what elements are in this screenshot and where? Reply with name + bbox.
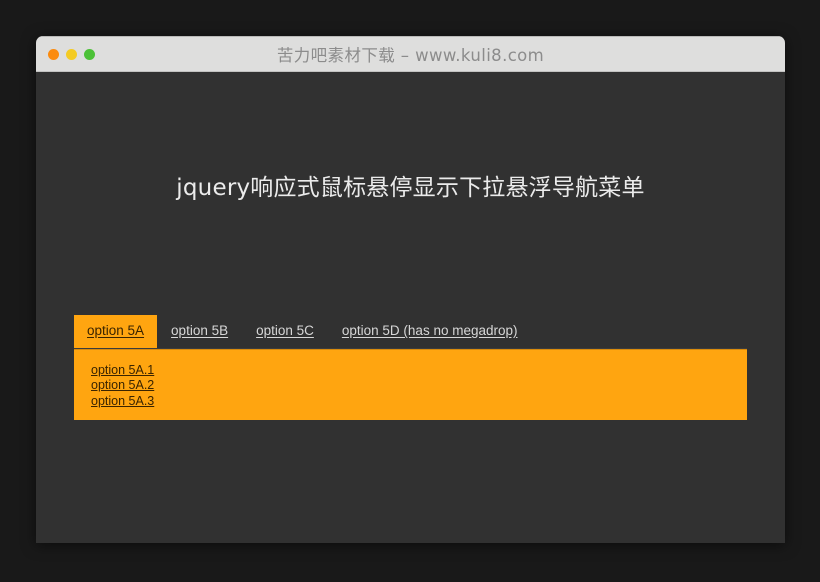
- page-title: jquery响应式鼠标悬停显示下拉悬浮导航菜单: [36, 168, 785, 202]
- megamenu-dropdown-panel: option 5A.1 option 5A.2 option 5A.3: [74, 349, 747, 420]
- window-title: 苦力吧素材下载 – www.kuli8.com: [36, 42, 785, 66]
- close-window-button[interactable]: [48, 49, 59, 60]
- window-titlebar: 苦力吧素材下载 – www.kuli8.com: [36, 36, 785, 72]
- menu-item-option-5a[interactable]: option 5A: [74, 315, 157, 348]
- megamenu-navigation: option 5A option 5B option 5C option 5D …: [74, 315, 747, 420]
- browser-window: 苦力吧素材下载 – www.kuli8.com jquery响应式鼠标悬停显示下…: [36, 36, 785, 543]
- zoom-window-button[interactable]: [84, 49, 95, 60]
- submenu-link-option-5a-3[interactable]: option 5A.3: [91, 394, 154, 410]
- minimize-window-button[interactable]: [66, 49, 77, 60]
- submenu-link-option-5a-2[interactable]: option 5A.2: [91, 378, 154, 394]
- window-controls: [48, 37, 95, 71]
- menu-item-option-5b[interactable]: option 5B: [157, 315, 242, 348]
- megamenu-bar: option 5A option 5B option 5C option 5D …: [74, 315, 747, 349]
- submenu-link-option-5a-1[interactable]: option 5A.1: [91, 363, 154, 379]
- page-viewport: jquery响应式鼠标悬停显示下拉悬浮导航菜单 option 5A option…: [36, 72, 785, 543]
- menu-item-option-5c[interactable]: option 5C: [242, 315, 328, 348]
- menu-item-option-5d[interactable]: option 5D (has no megadrop): [328, 315, 532, 348]
